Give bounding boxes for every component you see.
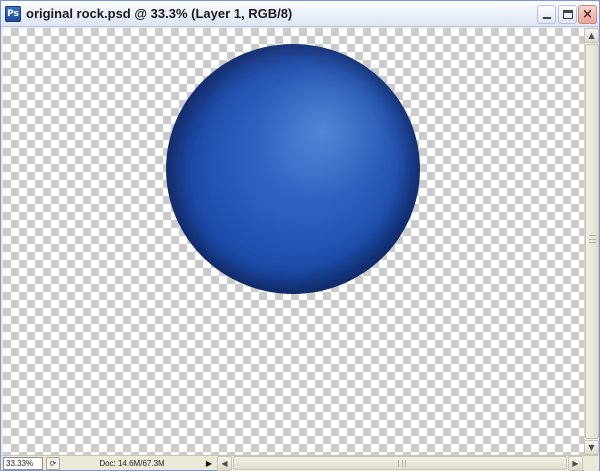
status-menu-arrow[interactable]: ▶ xyxy=(203,457,215,470)
scroll-down-arrow[interactable]: ▼ xyxy=(584,440,599,455)
document-window: Ps original rock.psd @ 33.3% (Layer 1, R… xyxy=(0,0,600,471)
blue-sphere-layer[interactable] xyxy=(166,44,420,294)
minimize-icon xyxy=(542,17,551,19)
refresh-icon: ⟳ xyxy=(49,459,57,468)
close-icon: × xyxy=(582,7,593,22)
resize-corner[interactable] xyxy=(584,456,599,471)
close-button[interactable]: × xyxy=(578,5,597,24)
grip-icon xyxy=(589,235,596,243)
window-title: original rock.psd @ 33.3% (Layer 1, RGB/… xyxy=(26,6,293,21)
grip-icon xyxy=(398,460,406,467)
minimize-button[interactable] xyxy=(537,5,556,24)
scroll-left-arrow[interactable]: ◀ xyxy=(217,456,232,471)
scroll-up-arrow[interactable]: ▲ xyxy=(584,28,599,43)
photoshop-icon[interactable]: Ps xyxy=(5,6,21,22)
horizontal-scrollbar[interactable]: ◀ ▶ xyxy=(217,456,583,471)
document-canvas[interactable] xyxy=(3,28,584,455)
maximize-icon xyxy=(562,10,573,19)
maximize-button[interactable] xyxy=(558,5,577,24)
horizontal-scroll-thumb[interactable] xyxy=(233,456,567,470)
status-options-button[interactable]: ⟳ xyxy=(46,457,60,470)
scroll-right-arrow[interactable]: ▶ xyxy=(568,456,583,471)
status-bar: 33.33% ⟳ Doc: 14.6M/67.3M ▶ ◀ ▶ xyxy=(1,455,599,471)
zoom-level-field[interactable]: 33.33% xyxy=(3,457,43,470)
title-bar[interactable]: Ps original rock.psd @ 33.3% (Layer 1, R… xyxy=(1,1,599,27)
vertical-scrollbar[interactable]: ▲ ▼ xyxy=(584,28,599,455)
document-size-info: Doc: 14.6M/67.3M xyxy=(99,459,165,468)
vertical-scroll-thumb[interactable] xyxy=(585,44,599,439)
